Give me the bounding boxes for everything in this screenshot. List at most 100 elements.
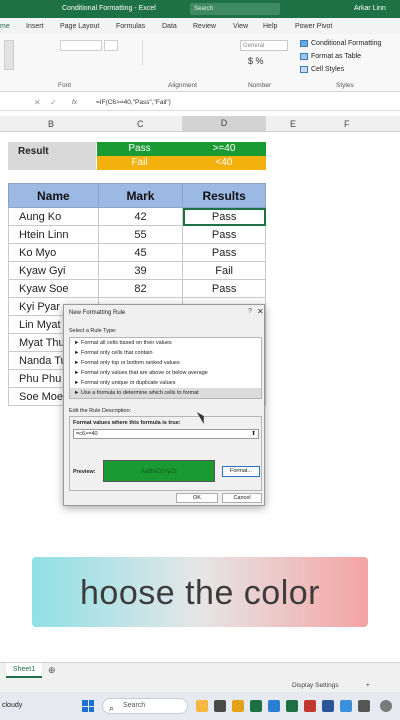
header-results[interactable]: Results bbox=[182, 183, 266, 208]
title-bar: Conditional Formatting - Excel Search Ar… bbox=[0, 0, 400, 18]
cell-mark[interactable]: 39 bbox=[97, 261, 184, 280]
cell-result[interactable]: Pass bbox=[182, 225, 266, 244]
ok-button[interactable]: OK bbox=[176, 493, 218, 503]
enter-icon[interactable]: ✓ bbox=[50, 98, 57, 107]
rule-type-item[interactable]: ► Format only top or bottom ranked value… bbox=[70, 358, 261, 368]
group-label-styles: Styles bbox=[336, 82, 354, 89]
column-header-d[interactable]: D bbox=[182, 116, 266, 131]
tab-home[interactable]: me bbox=[0, 23, 10, 30]
format-as-table-label: Format as Table bbox=[311, 53, 362, 60]
cell-mark[interactable]: 55 bbox=[97, 225, 184, 244]
cancel-button[interactable]: Cancel bbox=[222, 493, 262, 503]
font-size-box[interactable] bbox=[104, 40, 118, 51]
ribbon-tabs: me Insert Page Layout Formulas Data Revi… bbox=[0, 18, 400, 34]
tab-data[interactable]: Data bbox=[162, 23, 177, 30]
cell-result[interactable]: Fail bbox=[182, 261, 266, 280]
app-icon-word[interactable] bbox=[322, 700, 334, 712]
table-row: Ko Myo 45 Pass bbox=[8, 243, 266, 262]
rule-type-item[interactable]: ► Format only cells that contain bbox=[70, 348, 261, 358]
app-icon-chrome[interactable] bbox=[340, 700, 352, 712]
rule-type-item[interactable]: ► Format only unique or duplicate values bbox=[70, 378, 261, 388]
cell-name[interactable]: Ko Myo bbox=[8, 243, 99, 262]
fail-condition-cell[interactable]: <40 bbox=[182, 156, 266, 170]
display-settings[interactable]: Display Settings bbox=[292, 682, 339, 689]
cell-name[interactable]: Htein Linn bbox=[8, 225, 99, 244]
column-header-c[interactable]: C bbox=[137, 119, 144, 129]
new-formatting-rule-dialog: New Formatting Rule ? ✕ Select a Rule Ty… bbox=[63, 304, 265, 506]
excel-window: Conditional Formatting - Excel Search Ar… bbox=[0, 0, 400, 720]
cell-result[interactable]: Pass bbox=[182, 279, 266, 298]
wrap-merge-icon[interactable] bbox=[200, 42, 222, 64]
column-header-b[interactable]: B bbox=[48, 119, 54, 129]
column-header-e[interactable]: E bbox=[290, 119, 296, 129]
app-icon-task-view[interactable] bbox=[214, 700, 226, 712]
cell-mark[interactable]: 45 bbox=[97, 243, 184, 262]
ribbon: General $ % Conditional Formatting Forma… bbox=[0, 34, 400, 92]
pass-condition-cell[interactable]: >=40 bbox=[182, 142, 266, 156]
alignment-icons[interactable] bbox=[142, 40, 194, 66]
column-header-f[interactable]: F bbox=[344, 119, 350, 129]
app-icon-powerpoint[interactable] bbox=[304, 700, 316, 712]
cell-name[interactable]: Kyaw Soe bbox=[8, 279, 99, 298]
range-select-icon[interactable]: ⬆ bbox=[251, 430, 256, 439]
app-icon-file-explorer[interactable] bbox=[232, 700, 244, 712]
cell-result-active[interactable]: Pass bbox=[182, 207, 266, 226]
conditional-formatting-icon bbox=[300, 40, 308, 47]
font-name-box[interactable] bbox=[60, 40, 102, 51]
edit-rule-description-label: Edit the Rule Description: bbox=[69, 408, 132, 414]
tab-help[interactable]: Help bbox=[263, 23, 277, 30]
select-rule-type-label: Select a Rule Type: bbox=[69, 328, 117, 334]
sheet-tab[interactable]: Sheet1 bbox=[6, 663, 42, 678]
help-icon[interactable]: ? bbox=[248, 308, 252, 315]
cell-name[interactable]: Kyaw Gyi bbox=[8, 261, 99, 280]
rule-formula-input[interactable]: =c6>=40 ⬆ bbox=[73, 429, 259, 439]
clipboard-icon[interactable] bbox=[4, 40, 14, 70]
cell-mark[interactable]: 42 bbox=[97, 207, 184, 226]
format-button[interactable]: Format... bbox=[222, 466, 260, 477]
cell-styles-button[interactable]: Cell Styles bbox=[300, 66, 344, 73]
app-icon-account[interactable] bbox=[380, 700, 392, 712]
tab-formulas[interactable]: Formulas bbox=[116, 23, 145, 30]
tab-power-pivot[interactable]: Power Pivot bbox=[295, 23, 332, 30]
number-format-select[interactable]: General bbox=[240, 40, 288, 51]
tab-review[interactable]: Review bbox=[193, 23, 216, 30]
header-mark[interactable]: Mark bbox=[97, 183, 184, 208]
windows-start-icon[interactable] bbox=[82, 700, 94, 712]
rule-type-item-selected[interactable]: ► Use a formula to determine which cells… bbox=[70, 388, 261, 398]
cell-mark[interactable]: 82 bbox=[97, 279, 184, 298]
group-label-font: Font bbox=[58, 82, 72, 89]
cell-result[interactable]: Pass bbox=[182, 243, 266, 262]
weather-widget[interactable]: cloudy bbox=[2, 702, 22, 709]
close-icon[interactable]: ✕ bbox=[257, 307, 264, 316]
conditional-formatting-button[interactable]: Conditional Formatting bbox=[300, 40, 381, 47]
tab-insert[interactable]: Insert bbox=[26, 23, 44, 30]
rule-type-item[interactable]: ► Format only values that are above or b… bbox=[70, 368, 261, 378]
header-name[interactable]: Name bbox=[8, 183, 99, 208]
result-label[interactable]: Result bbox=[8, 142, 96, 170]
format-as-table-button[interactable]: Format as Table bbox=[300, 53, 361, 60]
fx-icon[interactable]: fx bbox=[72, 99, 77, 106]
add-sheet-icon[interactable]: ⊕ bbox=[48, 665, 56, 676]
tab-page-layout[interactable]: Page Layout bbox=[60, 23, 99, 30]
cell-name[interactable]: Aung Ko bbox=[8, 207, 99, 226]
table-row: Htein Linn 55 Pass bbox=[8, 225, 266, 244]
tab-view[interactable]: View bbox=[233, 23, 248, 30]
taskbar-search-box[interactable]: ⌕ Search bbox=[102, 698, 188, 714]
bold-italic-underline-icons[interactable] bbox=[60, 56, 116, 65]
fail-cell[interactable]: Fail bbox=[97, 156, 182, 170]
app-icon-excel-2[interactable] bbox=[286, 700, 298, 712]
title-search-box[interactable]: Search bbox=[190, 3, 280, 15]
user-name[interactable]: Arkar Linn bbox=[354, 5, 386, 12]
zoom-in-icon[interactable]: + bbox=[366, 682, 370, 689]
pass-cell[interactable]: Pass bbox=[97, 142, 182, 156]
cancel-icon[interactable]: ✕ bbox=[34, 98, 41, 107]
percent-icon[interactable]: $ % bbox=[248, 56, 264, 66]
table-row: Aung Ko 42 Pass bbox=[8, 207, 266, 226]
app-icon-widgets[interactable] bbox=[196, 700, 208, 712]
status-bar: Display Settings + bbox=[0, 678, 400, 692]
app-icon-excel[interactable] bbox=[250, 700, 262, 712]
rule-type-item[interactable]: ► Format all cells based on their values bbox=[70, 338, 261, 348]
app-icon-edge[interactable] bbox=[268, 700, 280, 712]
formula-input[interactable]: =IF(C6>=40,"Pass","Fail") bbox=[96, 99, 171, 106]
app-icon-settings[interactable] bbox=[358, 700, 370, 712]
